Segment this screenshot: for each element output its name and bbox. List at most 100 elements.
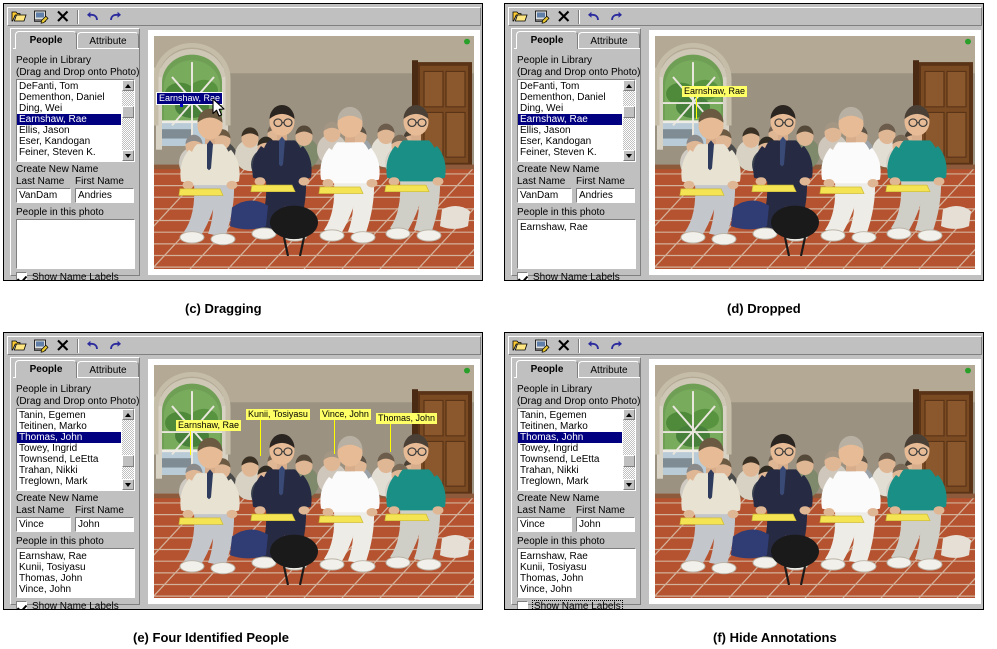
list-item[interactable]: Tanin, Egemen <box>518 410 622 421</box>
list-item[interactable]: Eser, Kandogan <box>17 136 121 147</box>
list-item[interactable]: Teitinen, Marko <box>518 421 622 432</box>
list-item[interactable]: Trahan, Nikki <box>17 465 121 476</box>
people-library-list[interactable]: Tanin, Egemen Teitinen, Marko Thomas, John… <box>16 408 135 491</box>
scroll-track[interactable] <box>122 91 134 150</box>
save-button[interactable] <box>532 337 552 354</box>
people-in-photo-list[interactable]: Earnshaw, Rae <box>517 219 636 269</box>
people-library-list[interactable]: DeFanti, Tom Dementhon, Daniel Ding, Wei Ea… <box>16 79 135 162</box>
list-item[interactable]: Trahan, Nikki <box>518 465 622 476</box>
list-item[interactable]: Kunii, Tosiyasu <box>518 562 633 573</box>
open-button[interactable] <box>9 337 29 354</box>
scroll-track[interactable] <box>122 420 134 479</box>
photo-canvas[interactable]: Earnshaw, Rae <box>655 36 975 269</box>
first-name-field[interactable]: John <box>75 517 134 532</box>
first-name-field[interactable]: Andries <box>75 188 134 203</box>
tab-people[interactable]: People <box>15 31 77 49</box>
tab-people[interactable]: People <box>516 31 578 49</box>
people-in-photo-list[interactable]: Earnshaw, Rae Kunii, Tosiyasu Thomas, John… <box>517 548 636 598</box>
list-item[interactable]: Teitinen, Marko <box>17 421 121 432</box>
library-scrollbar[interactable] <box>623 80 635 161</box>
scroll-up-button[interactable] <box>623 409 635 420</box>
list-item[interactable]: Earnshaw, Rae <box>518 551 633 562</box>
list-item[interactable]: Kunii, Tosiyasu <box>17 562 132 573</box>
redo-button[interactable] <box>606 337 626 354</box>
last-name-field[interactable]: VanDam <box>16 188 71 203</box>
list-item[interactable]: Ding, Wei <box>518 103 622 114</box>
list-item[interactable]: Ding, Wei <box>17 103 121 114</box>
list-item[interactable]: DeFanti, Tom <box>17 81 121 92</box>
scroll-thumb[interactable] <box>122 106 134 118</box>
show-name-labels-row[interactable]: Show Name Labels <box>16 272 119 280</box>
list-item[interactable]: DeFanti, Tom <box>518 81 622 92</box>
photo-frame[interactable] <box>649 359 981 604</box>
photo-canvas[interactable]: Earnshaw, Rae <box>154 36 474 269</box>
library-scrollbar[interactable] <box>623 409 635 490</box>
save-button[interactable] <box>532 8 552 25</box>
scroll-thumb[interactable] <box>623 455 635 467</box>
scroll-down-button[interactable] <box>122 479 134 490</box>
scroll-down-button[interactable] <box>623 479 635 490</box>
list-item[interactable]: Towey, Ingrid <box>17 443 121 454</box>
scroll-track[interactable] <box>623 91 635 150</box>
redo-button[interactable] <box>105 337 125 354</box>
name-label-chip[interactable]: Thomas, John <box>376 413 438 424</box>
first-name-field[interactable]: Andries <box>576 188 635 203</box>
redo-button[interactable] <box>105 8 125 25</box>
list-item[interactable]: Towey, Ingrid <box>518 443 622 454</box>
name-label-chip[interactable]: Vince, John <box>320 409 371 420</box>
people-library-list[interactable]: Tanin, Egemen Teitinen, Marko Thomas, John… <box>517 408 636 491</box>
list-item[interactable]: Earnshaw, Rae <box>518 114 622 125</box>
list-item[interactable]: Vince, John <box>17 584 132 595</box>
tab-attribute[interactable]: Attribute <box>77 32 139 49</box>
name-label-chip[interactable]: Kunii, Tosiyasu <box>246 409 310 420</box>
undo-button[interactable] <box>83 8 103 25</box>
tab-attribute[interactable]: Attribute <box>578 361 640 378</box>
list-item[interactable]: Earnshaw, Rae <box>17 114 121 125</box>
list-item[interactable]: Vince, John <box>518 584 633 595</box>
list-item[interactable]: Thomas, John <box>17 573 132 584</box>
list-item[interactable]: Earnshaw, Rae <box>17 551 132 562</box>
photo-canvas[interactable]: Earnshaw, Rae Kunii, Tosiyasu Vince, John T… <box>154 365 474 598</box>
panel-four-identified[interactable]: People Attribute People in Library (Drag an… <box>3 332 483 610</box>
show-name-labels-row[interactable]: Show Name Labels <box>517 272 620 280</box>
tab-attribute[interactable]: Attribute <box>77 361 139 378</box>
list-item[interactable]: Earnshaw, Rae <box>518 222 633 233</box>
tab-people[interactable]: People <box>15 360 77 378</box>
photo-frame[interactable]: Earnshaw, Rae <box>148 30 480 275</box>
last-name-field[interactable]: Vince <box>16 517 71 532</box>
list-item[interactable]: Ellis, Jason <box>518 125 622 136</box>
scroll-thumb[interactable] <box>122 455 134 467</box>
list-item[interactable]: Townsend, LeEtta <box>518 454 622 465</box>
undo-button[interactable] <box>83 337 103 354</box>
save-button[interactable] <box>31 8 51 25</box>
save-button[interactable] <box>31 337 51 354</box>
open-button[interactable] <box>510 8 530 25</box>
list-item[interactable]: Thomas, John <box>518 432 622 443</box>
delete-button[interactable] <box>53 8 73 25</box>
tab-attribute[interactable]: Attribute <box>578 32 640 49</box>
list-item[interactable]: Feiner, Steven K. <box>518 147 622 158</box>
panel-dropped[interactable]: People Attribute People in Library (Drag an… <box>504 3 984 281</box>
delete-button[interactable] <box>554 8 574 25</box>
list-item[interactable]: Thomas, John <box>17 432 121 443</box>
list-item[interactable]: Tanin, Egemen <box>17 410 121 421</box>
show-name-labels-checkbox[interactable] <box>16 272 27 280</box>
scroll-down-button[interactable] <box>623 150 635 161</box>
photo-canvas[interactable] <box>655 365 975 598</box>
name-label-chip[interactable]: Earnshaw, Rae <box>682 86 748 97</box>
show-name-labels-checkbox[interactable] <box>517 601 528 609</box>
photo-frame[interactable]: Earnshaw, Rae Kunii, Tosiyasu Vince, John T… <box>148 359 480 604</box>
last-name-field[interactable]: VanDam <box>517 188 572 203</box>
open-button[interactable] <box>510 337 530 354</box>
scroll-up-button[interactable] <box>122 409 134 420</box>
redo-button[interactable] <box>606 8 626 25</box>
library-scrollbar[interactable] <box>122 80 134 161</box>
scroll-up-button[interactable] <box>122 80 134 91</box>
scroll-up-button[interactable] <box>623 80 635 91</box>
tab-people[interactable]: People <box>516 360 578 378</box>
last-name-field[interactable]: Vince <box>517 517 572 532</box>
panel-dragging[interactable]: People Attribute People in Library (Drag an… <box>3 3 483 281</box>
show-name-labels-checkbox[interactable] <box>517 272 528 280</box>
people-in-photo-list[interactable] <box>16 219 135 269</box>
people-in-photo-list[interactable]: Earnshaw, Rae Kunii, Tosiyasu Thomas, John… <box>16 548 135 598</box>
